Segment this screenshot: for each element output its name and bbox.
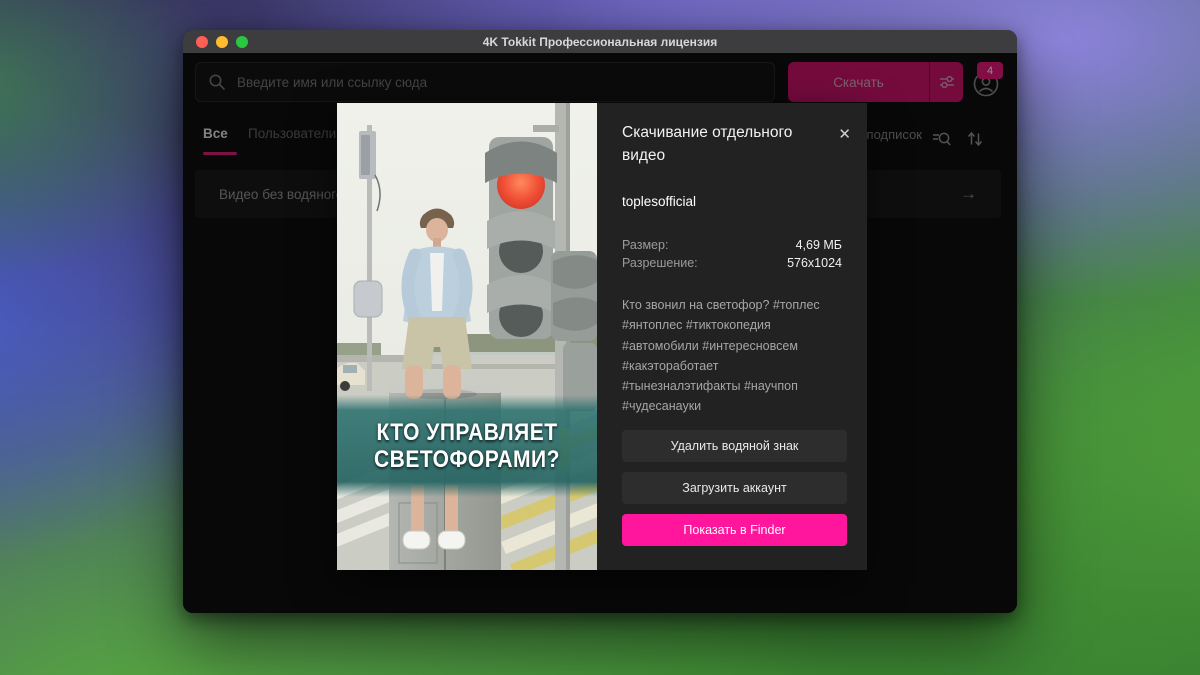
size-row: Размер: 4,69 МБ [622, 236, 842, 255]
description-line: #автомобили #интересновсем [622, 336, 847, 356]
app-content: Скачать 4 Все Пользователи Список подп [183, 53, 1017, 613]
description-line: #чудесанауки [622, 396, 847, 416]
window-title: 4K Tokkit Профессиональная лицензия [483, 35, 717, 49]
resolution-label: Разрешение: [622, 254, 698, 273]
video-caption-line2: СВЕТОФОРАМИ? [374, 446, 560, 474]
video-meta: Размер: 4,69 МБ Разрешение: 576x1024 [622, 236, 842, 274]
description-line: Кто звонил на светофор? #топлес [622, 295, 847, 315]
app-window: 4K Tokkit Профессиональная лицензия Скач… [183, 30, 1017, 613]
description-line: #янтоплес #тиктокопедия [622, 315, 847, 335]
resolution-value: 576x1024 [787, 254, 842, 273]
description-line: #какэтоработает [622, 356, 847, 376]
video-frame-graphic [337, 103, 597, 570]
titlebar: 4K Tokkit Профессиональная лицензия [183, 30, 1017, 54]
close-icon[interactable]: ✕ [838, 127, 851, 142]
minimize-window-button[interactable] [216, 36, 228, 48]
close-window-button[interactable] [196, 36, 208, 48]
remove-watermark-button[interactable]: Удалить водяной знак [622, 430, 847, 462]
size-value: 4,69 МБ [796, 236, 842, 255]
window-controls [196, 30, 248, 53]
video-caption-band: КТО УПРАВЛЯЕТ СВЕТОФОРАМИ? [337, 395, 597, 497]
download-video-modal: КТО УПРАВЛЯЕТ СВЕТОФОРАМИ? Скачивание от… [337, 103, 862, 570]
resolution-row: Разрешение: 576x1024 [622, 254, 842, 273]
download-account-button[interactable]: Загрузить аккаунт [622, 472, 847, 504]
zoom-window-button[interactable] [236, 36, 248, 48]
video-caption-line1: КТО УПРАВЛЯЕТ [376, 419, 557, 447]
modal-title: Скачивание отдельного видео [622, 121, 818, 168]
modal-buttons: Удалить водяной знак Загрузить аккаунт П… [622, 430, 847, 546]
show-in-finder-button[interactable]: Показать в Finder [622, 514, 847, 546]
video-preview[interactable]: КТО УПРАВЛЯЕТ СВЕТОФОРАМИ? [337, 103, 597, 570]
size-label: Размер: [622, 236, 668, 255]
video-username: toplesofficial [622, 194, 847, 209]
modal-details-panel: Скачивание отдельного видео ✕ toplesoffi… [597, 103, 867, 570]
video-description: Кто звонил на светофор? #топлес #янтопле… [622, 295, 847, 417]
description-line: #тынезналэтифакты #научпоп [622, 376, 847, 396]
